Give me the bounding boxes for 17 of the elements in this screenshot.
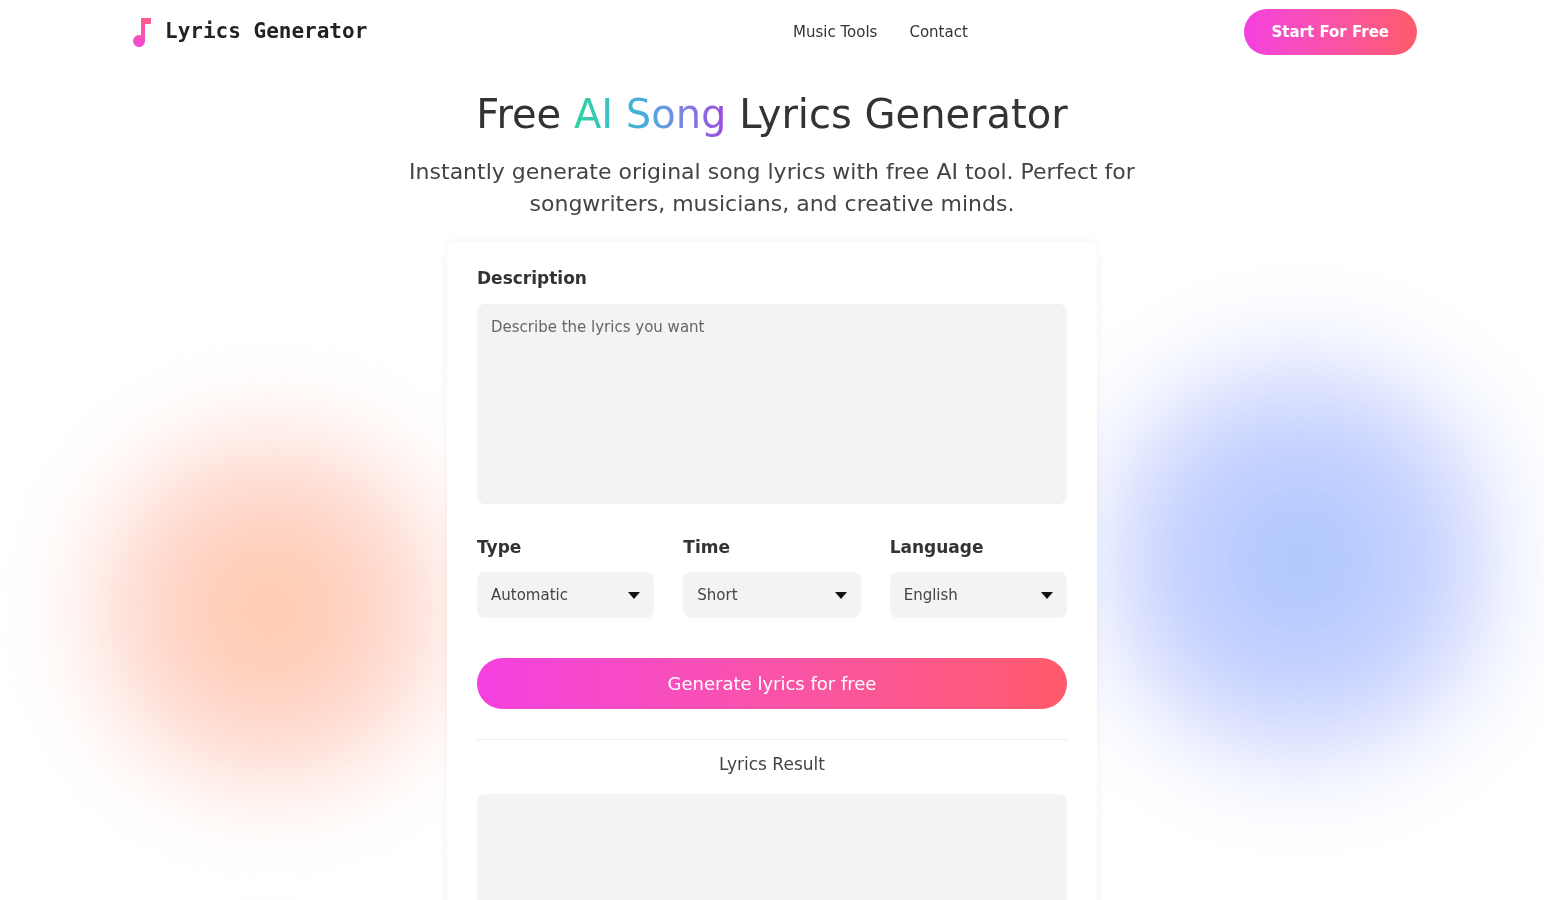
- caret-icon: [834, 591, 847, 599]
- logo-text: Lyrics Generator: [165, 18, 368, 46]
- select-dropdown[interactable]: English: [889, 572, 1067, 618]
- caret-icon: [1041, 591, 1053, 599]
- result-label: Lyrics Result: [719, 754, 825, 774]
- field-label: Time: [683, 535, 731, 559]
- field-label: Type: [477, 535, 523, 559]
- field-label: Description: [477, 267, 588, 290]
- field-label: Language: [889, 535, 985, 559]
- select-dropdown[interactable]: Short: [683, 572, 861, 618]
- select-dropdown[interactable]: Automatic: [477, 572, 655, 618]
- description-field[interactable]: Describe the lyrics you want: [477, 303, 1067, 504]
- hero-title: Free AI Song Lyrics Generator: [475, 90, 1069, 139]
- hero-subtitle: Instantly generate original song lyrics with free AI tool. Perfect for songwriters, musicians, and creative minds.: [408, 158, 1136, 218]
- nav-link[interactable]: Music Tools: [793, 20, 878, 44]
- nav-link[interactable]: Contact: [909, 20, 968, 44]
- caret-icon: [628, 591, 641, 599]
